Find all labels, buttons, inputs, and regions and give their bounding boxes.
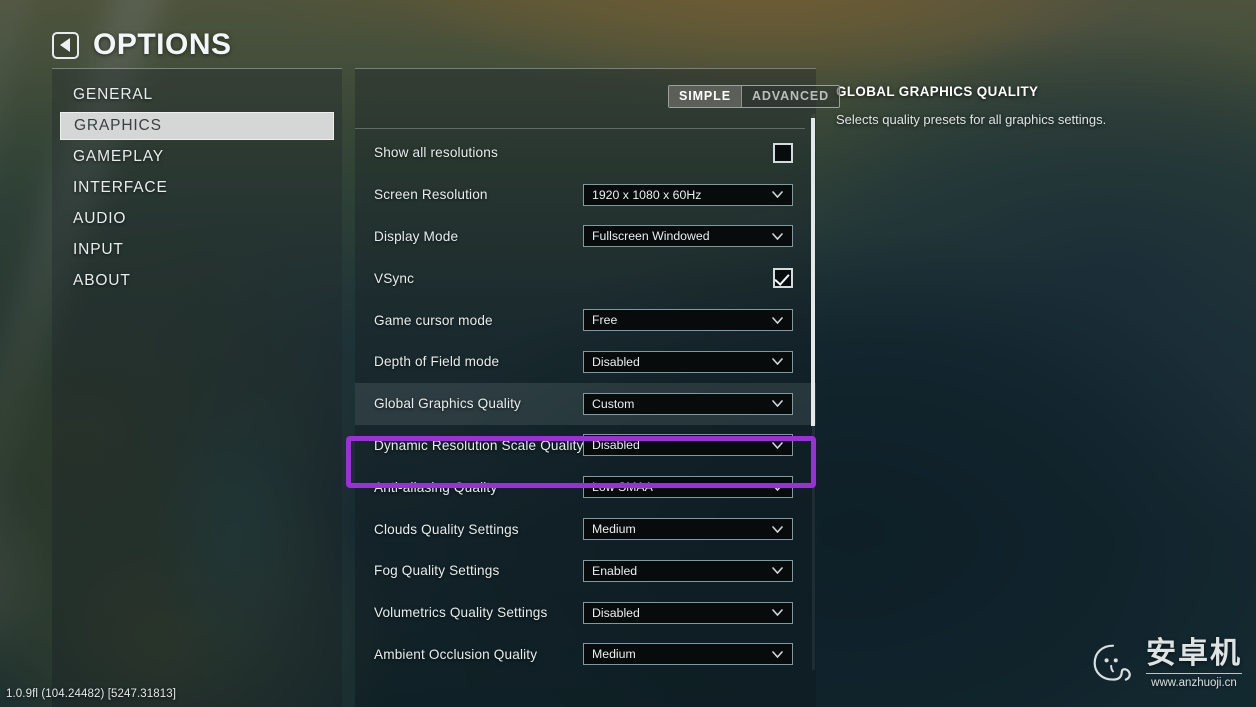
chevron-down-icon [772,525,783,533]
settings-row[interactable]: Anti-aliasing Quality Low SMAA [355,466,816,508]
chevron-down-icon [772,191,783,199]
setting-dropdown[interactable]: 1920 x 1080 x 60Hz [583,183,793,206]
sidebar-panel: GENERAL GRAPHICS GAMEPLAY INTERFACE AUDIO INP… [52,68,342,707]
chevron-down-icon [772,442,783,449]
setting-label: Show all resolutions [374,145,498,161]
settings-row[interactable]: Volumetrics Quality Settings Disabled [355,592,816,634]
setting-dropdown[interactable]: Disabled [583,434,793,457]
view-mode-tab-group[interactable]: SIMPLE ADVANCED [668,85,841,108]
setting-dropdown[interactable]: Disabled [583,350,793,373]
setting-dropdown[interactable]: Enabled [583,559,793,582]
setting-dropdown[interactable]: Custom [583,392,793,415]
settings-row[interactable]: Ambient Occlusion Quality Medium [355,634,816,676]
setting-dropdown[interactable]: Medium [583,518,793,541]
dropdown-value: Disabled [592,605,640,620]
sidebar-item-gameplay[interactable]: GAMEPLAY [60,143,334,171]
dropdown-value: Medium [592,522,636,537]
sidebar-item-graphics[interactable]: GRAPHICS [60,112,334,140]
sidebar-item-label: GRAPHICS [74,117,162,134]
chevron-down-icon [772,609,783,617]
setting-label: Ambient Occlusion Quality [374,646,538,662]
setting-checkbox[interactable] [773,142,793,163]
setting-label: VSync [374,270,415,286]
watermark-text: 安卓机 www.anzhuoji.cn [1146,639,1242,689]
settings-row[interactable]: Screen Resolution 1920 x 1080 x 60Hz [355,174,816,216]
chevron-down-icon [772,233,783,240]
watermark-brand: 安卓机 [1146,637,1242,670]
setting-label: Volumetrics Quality Settings [374,605,548,621]
setting-dropdown[interactable]: Free [583,309,793,332]
sidebar-item-label: AUDIO [73,210,127,227]
chevron-down-icon [772,483,783,491]
site-watermark: 安卓机 www.anzhuoji.cn [1089,639,1242,689]
chevron-down-icon [772,316,783,324]
setting-label: Game cursor mode [374,312,493,328]
dropdown-value: 1920 x 1080 x 60Hz [592,187,702,202]
settings-rows-list: Show all resolutions Screen Resolution 192… [355,132,816,707]
info-description: Selects quality presets for all graphics… [836,112,1107,127]
settings-scrollbar-thumb[interactable] [811,118,815,426]
info-panel: GLOBAL GRAPHICS QUALITY Selects quality … [836,84,1236,127]
dropdown-value: Low SMAA [592,480,653,495]
chevron-down-icon [772,567,783,575]
tab-simple[interactable]: SIMPLE [669,86,741,107]
sidebar-item-general[interactable]: GENERAL [60,81,334,109]
setting-label: Screen Resolution [374,187,488,203]
dropdown-value: Enabled [592,563,638,578]
sidebar-item-label: ABOUT [73,272,131,289]
back-triangle-icon [59,38,70,52]
setting-dropdown[interactable]: Disabled [583,601,793,624]
setting-dropdown[interactable]: Fullscreen Windowed [583,225,793,248]
settings-row[interactable]: Display Mode Fullscreen Windowed [355,216,816,258]
setting-dropdown[interactable]: Low SMAA [583,476,793,499]
setting-label: Dynamic Resolution Scale Quality [374,437,584,453]
ghost-face-logo-icon [1093,644,1131,681]
dropdown-value: Medium [592,647,636,662]
sidebar-item-input[interactable]: INPUT [60,236,334,264]
page-header: OPTIONS [52,28,232,62]
sidebar-item-label: INPUT [73,241,124,258]
settings-row[interactable]: Global Graphics Quality Custom [355,382,816,425]
watermark-url: www.anzhuoji.cn [1146,673,1242,689]
dropdown-value: Disabled [592,354,640,369]
settings-row[interactable]: Dynamic Resolution Scale Quality Disabled [355,425,816,467]
settings-row[interactable]: Clouds Quality Settings Medium [355,508,816,550]
chevron-down-icon [772,358,783,366]
chevron-down-icon [772,400,783,408]
game-options-screen: OPTIONS GENERAL GRAPHICS GAMEPLAY INTERFACE… [0,0,1256,707]
info-title: GLOBAL GRAPHICS QUALITY [836,84,1039,99]
chevron-down-icon [772,651,783,658]
dropdown-value: Fullscreen Windowed [592,229,710,244]
page-title: OPTIONS [93,28,232,61]
tab-advanced[interactable]: ADVANCED [740,86,840,107]
settings-row[interactable]: Fog Quality Settings Enabled [355,550,816,592]
settings-row[interactable]: VSync [355,257,816,299]
sidebar-item-label: INTERFACE [73,179,168,196]
settings-row[interactable]: Depth of Field mode Disabled [355,341,816,383]
dropdown-value: Free [592,313,618,328]
setting-label: Clouds Quality Settings [374,521,519,537]
setting-label: Global Graphics Quality [374,396,522,412]
dropdown-value: Disabled [592,438,640,453]
settings-header-divider [355,128,805,129]
sidebar-item-interface[interactable]: INTERFACE [60,174,334,202]
setting-label: Fog Quality Settings [374,563,500,579]
setting-dropdown[interactable]: Medium [583,643,793,666]
sidebar-item-about[interactable]: ABOUT [60,267,334,295]
dropdown-value: Custom [592,396,635,411]
setting-label: Anti-aliasing Quality [374,479,498,495]
sidebar-item-label: GAMEPLAY [73,148,164,165]
settings-row[interactable]: Show all resolutions [355,132,816,174]
back-button[interactable] [52,31,79,59]
sidebar-item-audio[interactable]: AUDIO [60,205,334,233]
sidebar-item-label: GENERAL [73,86,154,103]
version-status-text: 1.0.9fl (104.24482) [5247.31813] [6,688,177,700]
setting-label: Display Mode [374,228,459,244]
setting-label: Depth of Field mode [374,354,500,370]
setting-checkbox[interactable] [773,268,793,289]
sidebar-nav-list: GENERAL GRAPHICS GAMEPLAY INTERFACE AUDIO INP… [60,81,334,298]
settings-row[interactable]: Game cursor mode Free [355,299,816,341]
